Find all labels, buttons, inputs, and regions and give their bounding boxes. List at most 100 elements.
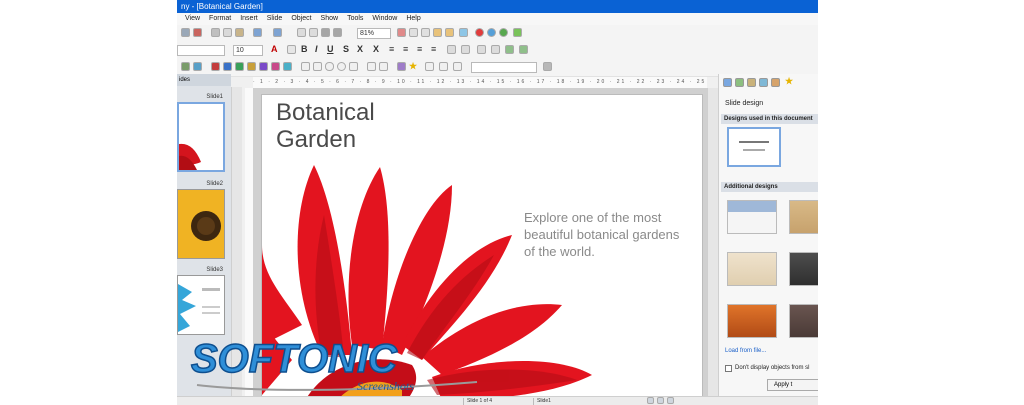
used-design-thumbnail[interactable] <box>727 127 781 167</box>
used-designs-heading: Designs used in this document <box>721 114 818 124</box>
align-objects-icon[interactable] <box>283 62 292 71</box>
highlight-icon[interactable] <box>287 45 296 54</box>
design-thumbnail-cream[interactable] <box>727 252 777 286</box>
globe-icon[interactable] <box>487 28 496 37</box>
menu-format[interactable]: Format <box>209 13 231 25</box>
design-thumbnail-dark[interactable] <box>789 252 818 286</box>
rectangle-icon[interactable] <box>313 62 322 71</box>
underline-icon[interactable]: U <box>327 44 334 54</box>
slide-thumbnail-1[interactable] <box>177 102 225 172</box>
apply-button[interactable]: Apply t <box>767 379 818 391</box>
textbox-icon[interactable] <box>367 62 376 71</box>
web-icon[interactable] <box>459 28 468 37</box>
panel-tab-design-icon[interactable] <box>723 78 732 87</box>
panel-tab-animation-icon[interactable] <box>771 78 780 87</box>
panel-tab-star-icon[interactable]: ★ <box>785 76 793 87</box>
align-right-icon[interactable]: ≡ <box>417 44 422 54</box>
thumb-flower-icon <box>179 143 201 170</box>
menu-insert[interactable]: Insert <box>240 13 258 25</box>
menu-view[interactable]: View <box>185 13 200 25</box>
border-icon[interactable] <box>519 45 528 54</box>
design-thumbnail-blue[interactable] <box>727 200 777 234</box>
pdf-icon[interactable] <box>193 28 202 37</box>
help-icon[interactable] <box>499 28 508 37</box>
normal-view-icon[interactable] <box>647 397 654 404</box>
ole-icon[interactable] <box>439 62 448 71</box>
subscript-icon[interactable]: X <box>373 44 379 54</box>
line-icon[interactable] <box>301 62 310 71</box>
zoom-combo[interactable]: 81% <box>357 28 391 39</box>
copy-icon[interactable] <box>223 28 232 37</box>
zoom-in-icon[interactable] <box>321 28 330 37</box>
send-back-icon[interactable] <box>271 62 280 71</box>
watermark-brand-text: SOFTONIC <box>191 337 398 381</box>
chart-frame-icon[interactable] <box>425 62 434 71</box>
align-left-icon[interactable]: ≡ <box>389 44 394 54</box>
more-icon[interactable] <box>543 62 552 71</box>
insert-table-icon[interactable] <box>297 28 306 37</box>
autoshape-icon[interactable] <box>349 62 358 71</box>
menu-tools[interactable]: Tools <box>347 13 363 25</box>
bullets-icon[interactable] <box>447 45 456 54</box>
dont-display-checkbox[interactable] <box>725 365 732 372</box>
indent-icon[interactable] <box>477 45 486 54</box>
grid-icon[interactable] <box>193 62 202 71</box>
layout-icon[interactable] <box>181 62 190 71</box>
menu-slide[interactable]: Slide <box>267 13 283 25</box>
start-show-icon[interactable] <box>513 28 522 37</box>
panel-tab-layout-icon[interactable] <box>735 78 744 87</box>
menu-show[interactable]: Show <box>321 13 339 25</box>
outdent-icon[interactable] <box>491 45 500 54</box>
undo-icon[interactable] <box>253 28 262 37</box>
rounded-rect-icon[interactable] <box>325 62 334 71</box>
sidebar-tab[interactable]: ides <box>177 74 231 86</box>
ellipse-icon[interactable] <box>337 62 346 71</box>
spell-check-icon[interactable] <box>433 28 442 37</box>
design-thumbnail-tan[interactable] <box>789 200 818 234</box>
shading-icon[interactable] <box>505 45 514 54</box>
textart-icon[interactable] <box>453 62 462 71</box>
symbol-icon[interactable] <box>421 28 430 37</box>
ungroup-icon[interactable] <box>223 62 232 71</box>
picture-icon[interactable] <box>397 28 406 37</box>
menu-window[interactable]: Window <box>372 13 397 25</box>
bold-icon[interactable]: B <box>301 44 308 54</box>
align-center-icon[interactable]: ≡ <box>403 44 408 54</box>
star-icon[interactable]: ★ <box>409 61 417 72</box>
strikethrough-icon[interactable]: S <box>343 44 349 54</box>
menu-object[interactable]: Object <box>291 13 311 25</box>
font-size-combo[interactable]: 10 <box>233 45 263 56</box>
design-thumbnail-orange[interactable] <box>727 304 777 338</box>
redo-icon[interactable] <box>273 28 282 37</box>
bring-front-icon[interactable] <box>259 62 268 71</box>
design-thumbnail-brown[interactable] <box>789 304 818 338</box>
sorter-view-icon[interactable] <box>667 397 674 404</box>
style-combo[interactable] <box>471 62 537 73</box>
flip-icon[interactable] <box>247 62 256 71</box>
paste-icon[interactable] <box>235 28 244 37</box>
slide-thumbnail-2[interactable] <box>177 189 225 259</box>
cut-icon[interactable] <box>211 28 220 37</box>
thesaurus-icon[interactable] <box>445 28 454 37</box>
font-name-combo[interactable] <box>177 45 225 56</box>
callout-icon[interactable] <box>379 62 388 71</box>
numbering-icon[interactable] <box>461 45 470 54</box>
panel-tab-transition-icon[interactable] <box>759 78 768 87</box>
picture-frame-icon[interactable] <box>397 62 406 71</box>
slide-thumbnail-3[interactable] <box>177 275 225 335</box>
load-from-file-link[interactable]: Load from file... <box>725 348 766 354</box>
superscript-icon[interactable]: X <box>357 44 363 54</box>
group-icon[interactable] <box>211 62 220 71</box>
panel-tab-color-icon[interactable] <box>747 78 756 87</box>
font-color-icon[interactable]: A <box>271 44 278 54</box>
insert-chart-icon[interactable] <box>309 28 318 37</box>
print-icon[interactable] <box>181 28 190 37</box>
rotate-icon[interactable] <box>235 62 244 71</box>
record-icon[interactable] <box>475 28 484 37</box>
zoom-out-icon[interactable] <box>333 28 342 37</box>
justify-icon[interactable]: ≡ <box>431 44 436 54</box>
italic-icon[interactable]: I <box>315 44 318 54</box>
outline-view-icon[interactable] <box>657 397 664 404</box>
textframe-icon[interactable] <box>409 28 418 37</box>
menu-help[interactable]: Help <box>406 13 420 25</box>
